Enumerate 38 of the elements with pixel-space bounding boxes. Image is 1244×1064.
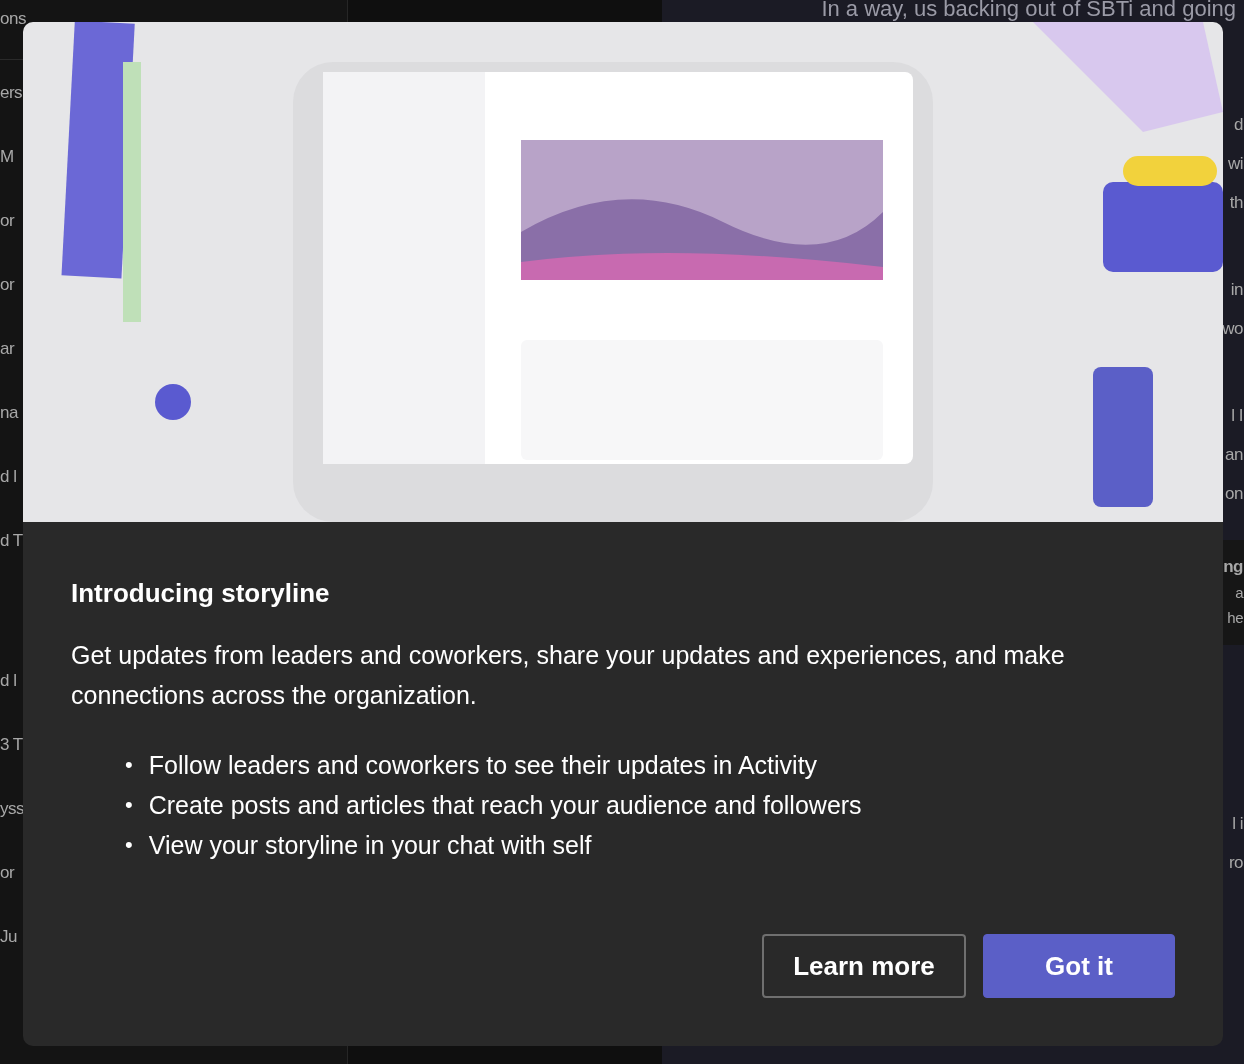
list-item-text: 3 T	[0, 735, 23, 753]
list-item-text: ar	[0, 339, 15, 357]
list-item-text: ers	[0, 83, 23, 101]
list-item-text: yss	[0, 799, 24, 817]
bullet-item: View your storyline in your chat with self	[148, 830, 592, 861]
bullet-marker: •	[125, 791, 133, 819]
bullet-item: Follow leaders and coworkers to see their updates in Activity	[148, 750, 818, 781]
list-item-text: or	[0, 275, 15, 293]
message-text: he	[1227, 610, 1243, 625]
message-text: In a way, us backing out of SBTi and going	[821, 0, 1236, 20]
list-item-text: M	[0, 147, 14, 165]
dialog-title: Introducing storyline	[71, 578, 331, 609]
bullet-item: Create posts and articles that reach your audience and followers	[148, 790, 862, 821]
list-item-text: d l	[0, 671, 17, 689]
message-text: a	[1235, 585, 1243, 600]
message-text: l i	[1232, 815, 1243, 832]
message-text: wi	[1227, 155, 1243, 172]
message-text: ng	[1223, 558, 1243, 575]
list-item-text: ons	[0, 10, 26, 27]
list-item-text: na	[0, 403, 18, 421]
list-item-text: d l	[0, 467, 17, 485]
list-item-text: d T	[0, 531, 23, 549]
message-text: wo	[1222, 320, 1243, 337]
message-text: an	[1225, 446, 1243, 463]
list-item-text: or	[0, 863, 15, 881]
message-text: th	[1229, 194, 1243, 211]
message-text: on	[1225, 485, 1243, 502]
dialog-description: Get updates from leaders and coworkers, share your updates and experiences, and make connections across the organization.	[71, 640, 1066, 711]
message-text: l I	[1231, 407, 1243, 424]
message-text: d	[1234, 116, 1243, 133]
list-item-text: or	[0, 211, 15, 229]
message-text: in	[1230, 281, 1243, 298]
bullet-marker: •	[125, 751, 133, 779]
bullet-marker: •	[125, 831, 133, 859]
list-item-text: Ju	[0, 927, 17, 945]
message-text: ro	[1228, 854, 1243, 871]
got-it-button[interactable]: Got it	[983, 934, 1175, 998]
learn-more-button[interactable]: Learn more	[762, 934, 966, 998]
